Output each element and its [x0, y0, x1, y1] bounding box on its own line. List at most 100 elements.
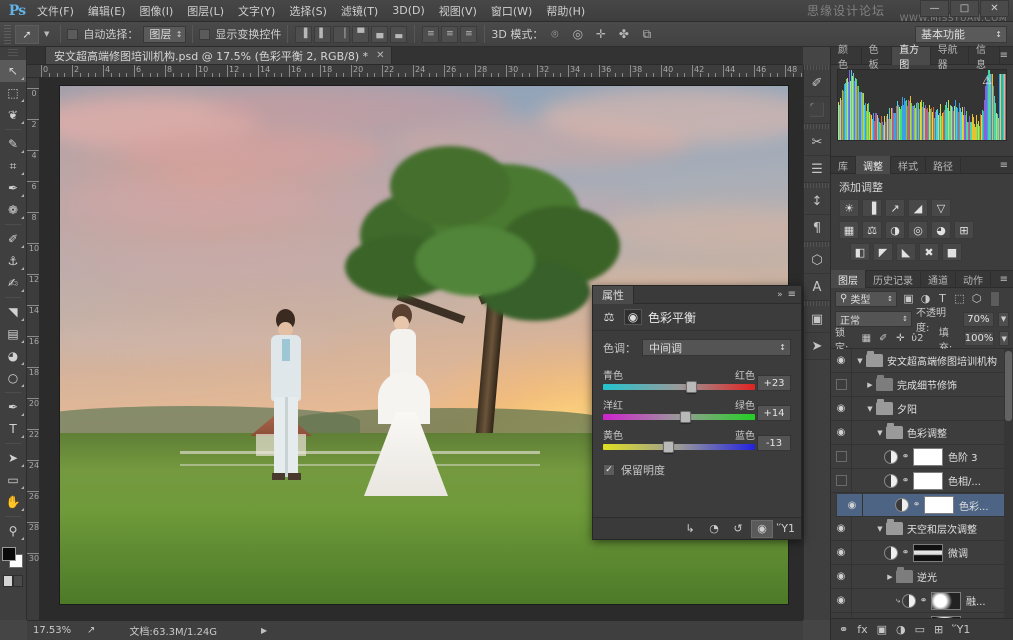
color-lookup-icon[interactable]: ⊞ [954, 221, 974, 239]
eyedropper-tool[interactable]: ✒ [0, 177, 26, 199]
menu-item-7[interactable]: 3D(D) [385, 1, 432, 20]
lock-image-icon[interactable]: ✐ [877, 332, 890, 346]
3d-icon[interactable]: ⬡ [804, 247, 830, 274]
threshold-icon[interactable]: ◣ [896, 243, 916, 261]
lasso-tool[interactable]: ❦ [0, 104, 26, 126]
visibility-toggle-icon[interactable]: ◉ [831, 523, 851, 534]
slider-track[interactable] [603, 381, 755, 393]
hue-saturation-icon[interactable]: ▦ [839, 221, 859, 239]
adjustment-thumbnail[interactable] [895, 498, 909, 512]
menu-item-2[interactable]: 图像(I) [132, 0, 180, 22]
visibility-toggle-icon[interactable]: ◉ [831, 403, 851, 414]
curves-icon[interactable]: ↗ [885, 199, 905, 217]
group-twisty-icon[interactable]: ▶ [864, 381, 876, 389]
levels-icon[interactable]: ▐ [862, 199, 882, 217]
table-row[interactable]: ◉ ⚭ 色彩... [836, 493, 1013, 517]
layer-style-icon[interactable]: fx [857, 623, 867, 636]
group-twisty-icon[interactable]: ▶ [884, 573, 896, 581]
options-bar-grip[interactable] [4, 24, 11, 44]
document-tab-close-icon[interactable]: ✕ [376, 50, 384, 61]
adjustment-thumbnail[interactable] [884, 449, 898, 464]
layer-mask-thumbnail[interactable] [924, 496, 954, 514]
show-transform-checkbox[interactable] [199, 28, 211, 40]
dodge-tool[interactable]: ○ [0, 367, 26, 389]
quick-mask-toggle[interactable] [3, 575, 23, 587]
table-row[interactable]: ⚭ 色阶 3 [831, 444, 1013, 469]
layer-list-scroll-thumb[interactable] [1005, 351, 1012, 421]
workspace-selector[interactable]: 基本功能 [915, 25, 1007, 43]
adjustment-thumbnail[interactable] [884, 473, 898, 488]
slider-knob[interactable] [686, 381, 698, 393]
distribute-center-v[interactable]: ≡ [441, 25, 459, 43]
table-row[interactable]: ◉ ▼ 色彩调整 [831, 420, 1013, 445]
link-icon[interactable]: ⚭ [901, 548, 910, 558]
table-row[interactable]: ◉ ▼ 夕阳 [831, 396, 1013, 421]
menu-item-0[interactable]: 文件(F) [30, 0, 81, 22]
roll-3d[interactable]: ◎ [568, 25, 587, 43]
layer-mask-thumbnail[interactable] [931, 591, 961, 610]
visibility-toggle-icon[interactable]: ◉ [831, 427, 851, 438]
measurement-icon[interactable]: ↕ [804, 188, 830, 215]
tab-properties[interactable]: 属性 [593, 285, 634, 304]
status-expand-arrow-icon[interactable]: ▶ [261, 626, 267, 635]
menu-item-4[interactable]: 文字(Y) [231, 0, 282, 22]
visibility-toggle-icon[interactable]: ◉ [831, 547, 851, 558]
fill-chevron-icon[interactable]: ▼ [999, 331, 1009, 346]
slider-value[interactable]: +14 [757, 405, 791, 421]
layers-tab-3[interactable]: 动作 [956, 270, 991, 288]
tool-preset-chevron-icon[interactable]: ▼ [44, 30, 49, 38]
adj-tab-2[interactable]: 样式 [891, 156, 926, 174]
link-layers-icon[interactable]: ⚭ [839, 623, 848, 636]
slider-knob[interactable] [663, 441, 675, 453]
group-twisty-icon[interactable]: ▼ [874, 429, 886, 437]
vibrance-icon[interactable]: ▽ [931, 199, 951, 217]
preserve-luminosity-row[interactable]: ✓ 保留明度 [603, 462, 791, 478]
toggle-visibility-icon[interactable]: ◉ [751, 519, 773, 538]
marquee-tool[interactable]: ⬚ [0, 82, 26, 104]
auto-select-dropdown[interactable]: 图层 [143, 25, 187, 43]
view-previous-state-icon[interactable]: ◔ [703, 520, 725, 538]
histogram-warning-icon[interactable]: ⚠ [982, 74, 992, 87]
auto-select-checkbox[interactable] [67, 28, 79, 40]
align-top[interactable]: ▀ [352, 25, 370, 43]
filter-smart-icon[interactable]: ⬡ [968, 291, 985, 307]
document-tab[interactable]: 安文超高端修图培训机构.psd @ 17.5% (色彩平衡 2, RGB/8) … [45, 46, 392, 64]
link-icon[interactable]: ⚭ [912, 500, 921, 510]
fill-value[interactable]: 100% [963, 331, 995, 346]
menu-item-10[interactable]: 帮助(H) [539, 0, 592, 22]
menu-item-6[interactable]: 滤镜(T) [334, 0, 385, 22]
current-tool-icon[interactable]: ➚ [15, 24, 39, 44]
close-button[interactable]: ✕ [980, 0, 1009, 17]
visibility-toggle-icon[interactable] [831, 379, 851, 390]
tool-presets-icon[interactable]: ✂ [804, 129, 830, 156]
distribute-top[interactable]: ≡ [422, 25, 440, 43]
minimize-button[interactable]: — [920, 0, 949, 17]
toolbox-grip[interactable] [8, 49, 18, 58]
hand-tool[interactable]: ✋ [0, 491, 26, 513]
opacity-value[interactable]: 70% [962, 311, 995, 327]
menu-item-1[interactable]: 编辑(E) [81, 0, 133, 22]
tab-4[interactable]: 信息 [969, 45, 1000, 71]
clip-to-layer-icon[interactable]: ↳ [679, 520, 701, 538]
table-row[interactable]: ◉ ▼ 天空和层次调整 [831, 516, 1013, 541]
slider-track[interactable] [603, 441, 755, 453]
adjustment-thumbnail[interactable] [884, 545, 898, 560]
align-bottom[interactable]: ▃ [390, 25, 408, 43]
layers-tab-1[interactable]: 历史记录 [866, 270, 921, 288]
layer-list[interactable]: ◉ ▼ 安文超高端修图培训机构 ▶ 完成细节修饰 ◉ ▼ 夕阳 ◉ ▼ 色彩调整 ⚭ 色阶 3 ⚭ 色相/.… [831, 349, 1013, 635]
blur-tool[interactable]: ◕ [0, 345, 26, 367]
visibility-toggle-icon[interactable] [831, 451, 851, 462]
quick-select-tool[interactable]: ✎ [0, 133, 26, 155]
adj-tab-1[interactable]: 调整 [856, 156, 891, 174]
align-right[interactable]: ▕ [333, 25, 351, 43]
lock-position-icon[interactable]: ✛ [894, 332, 907, 346]
slider-knob[interactable] [680, 411, 692, 423]
table-row[interactable]: ◉ ⤷ ⚭ 融... [831, 588, 1013, 613]
delete-layer-icon[interactable]: Ὕ1 [952, 623, 970, 636]
group-twisty-icon[interactable]: ▼ [854, 357, 866, 365]
slider-value[interactable]: +23 [757, 375, 791, 391]
notes-icon[interactable]: ▣ [804, 306, 830, 333]
lock-transparent-icon[interactable]: ▦ [860, 332, 873, 346]
reset-icon[interactable]: ↺ [727, 520, 749, 538]
layers-tab-2[interactable]: 通道 [921, 270, 956, 288]
